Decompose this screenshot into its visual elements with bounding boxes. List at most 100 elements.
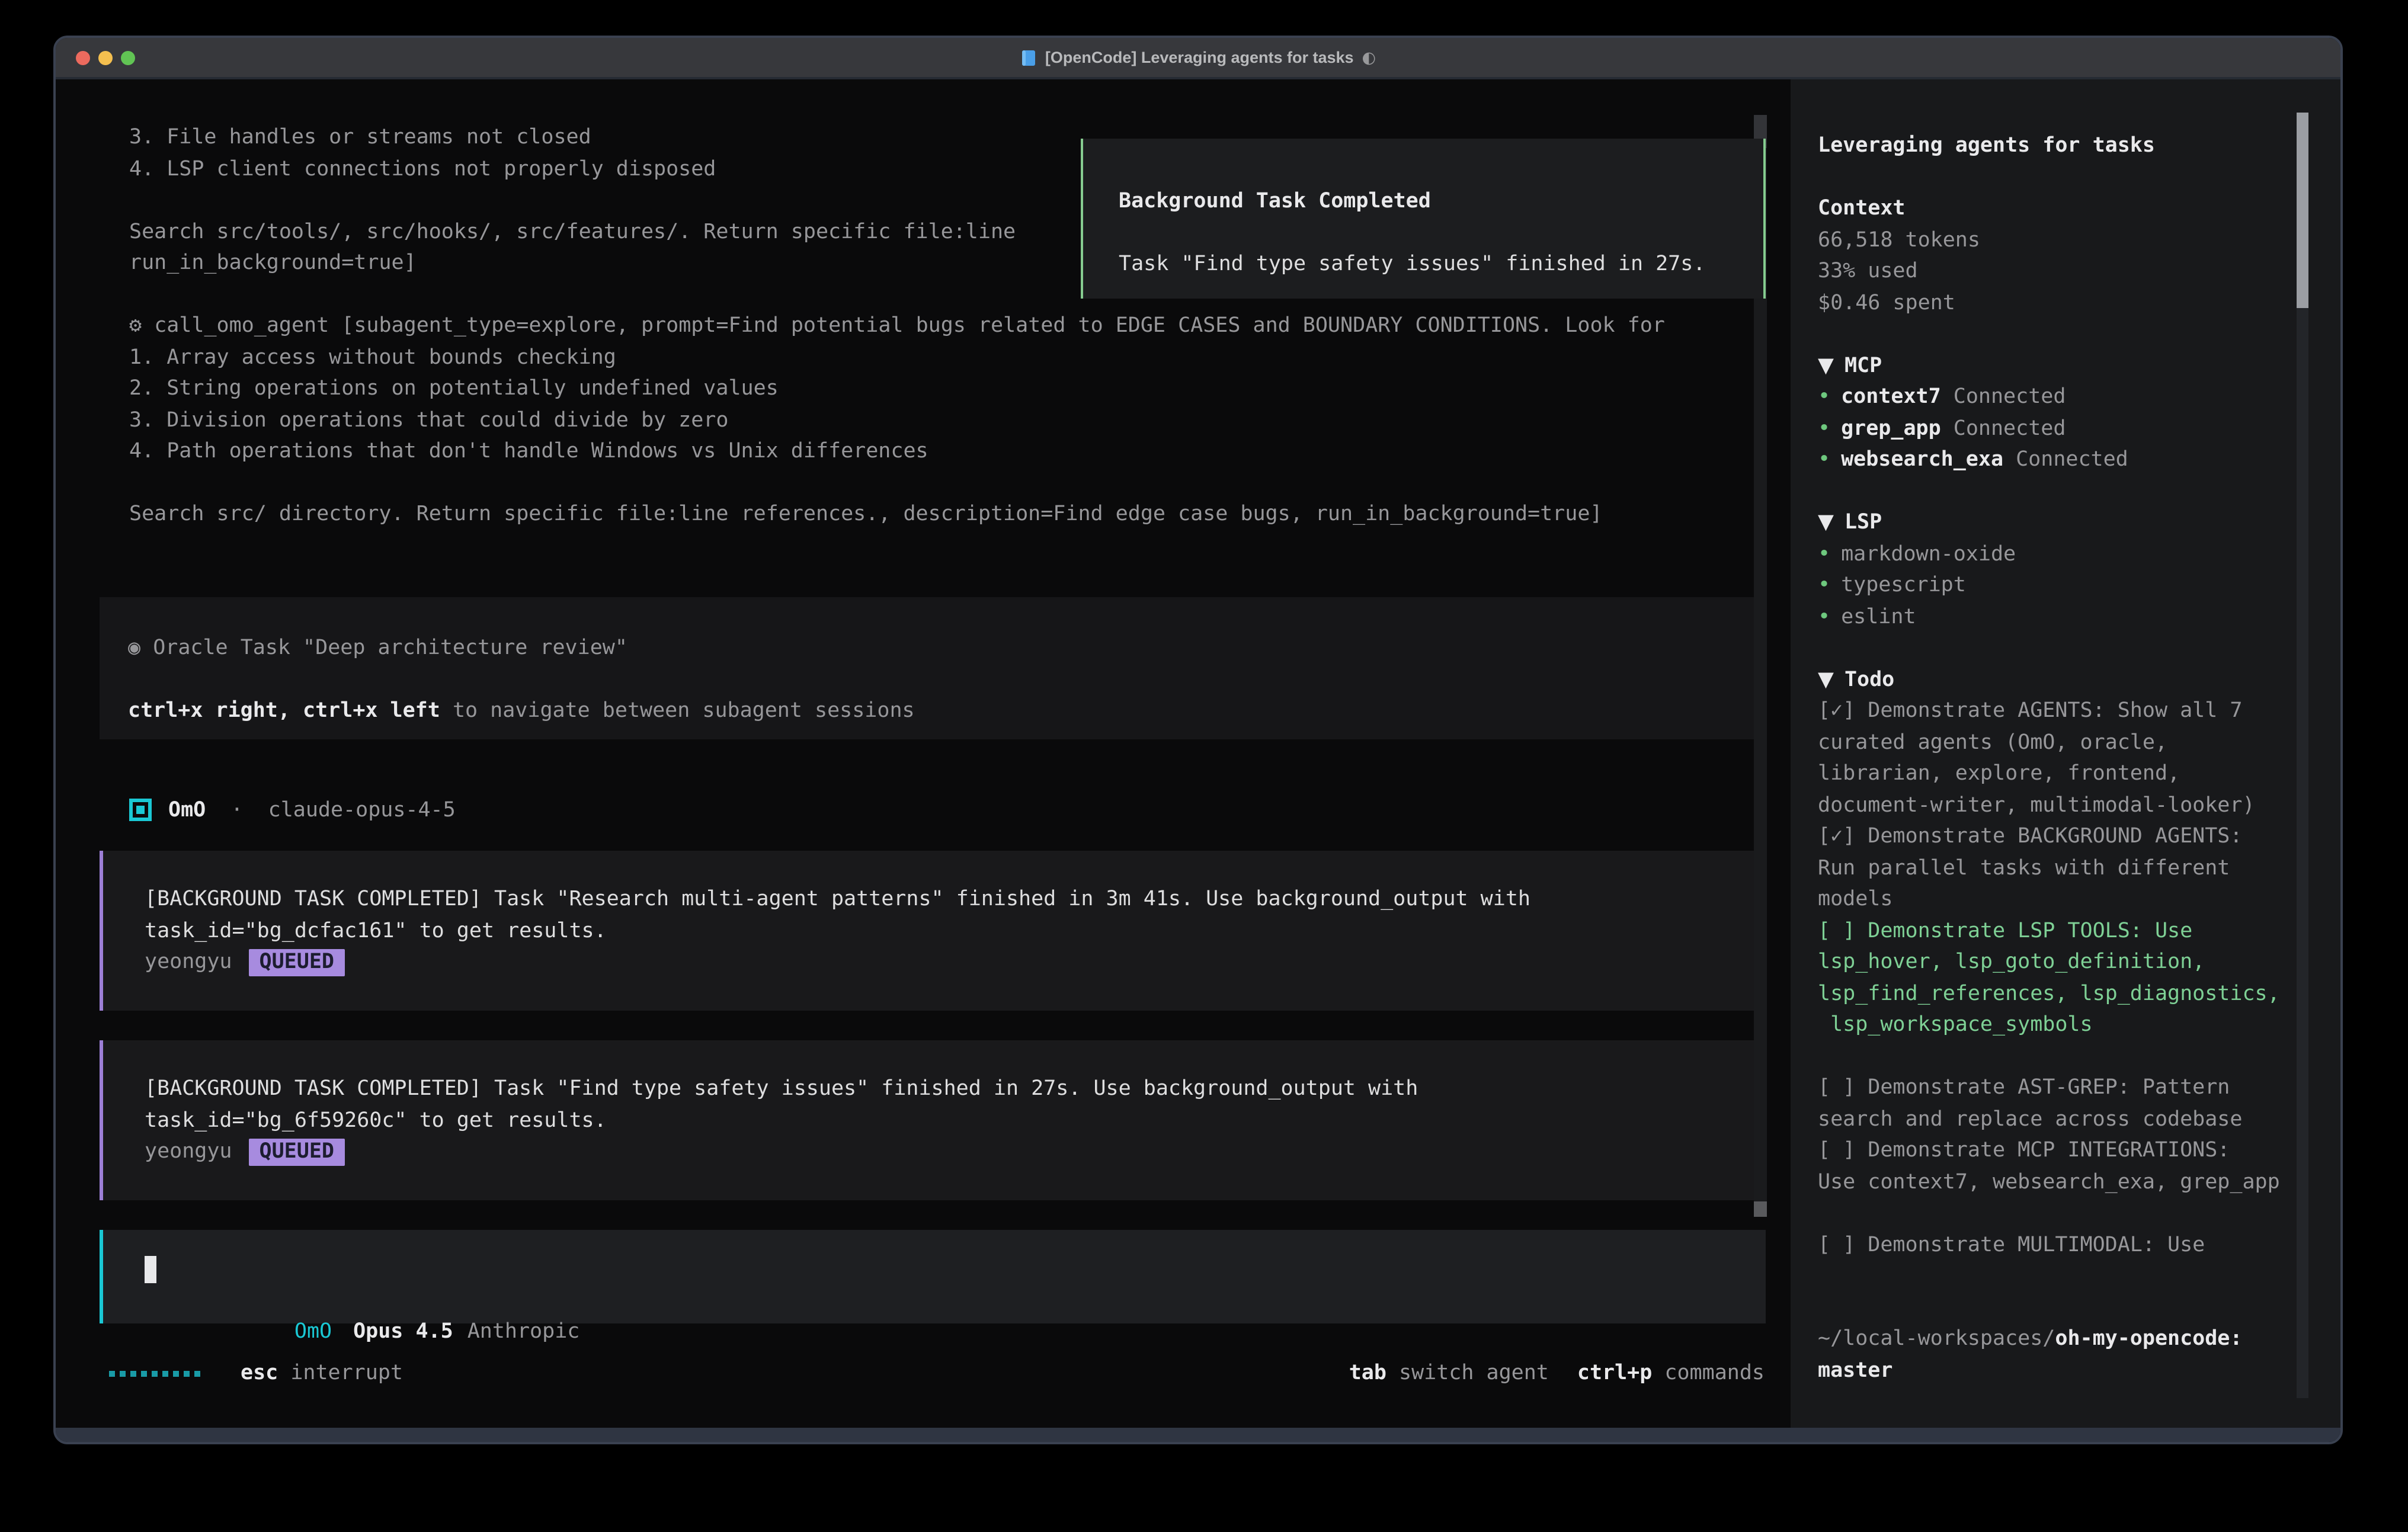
chevron-down-icon: ▼ xyxy=(1818,668,1834,691)
spacer xyxy=(1818,1292,2340,1323)
provider-label: Anthropic xyxy=(467,1320,580,1344)
agent-header: OmO · claude-opus-4-5 xyxy=(129,794,1766,826)
tab-key-label: switch agent xyxy=(1386,1362,1549,1386)
spacer xyxy=(1818,319,2340,350)
card-meta-row: yeongyu QUEUED xyxy=(145,947,1766,978)
window-title-text: [OpenCode] Leveraging agents for tasks xyxy=(1045,49,1354,66)
spinner-dot xyxy=(120,1371,126,1377)
chat-line: 1. Array access without bounds checking xyxy=(129,342,1766,373)
todo-line: Use context7, websearch_exa, grep_app xyxy=(1818,1166,2340,1198)
chat-pane: 3. File handles or streams not closed 4.… xyxy=(56,79,1791,1428)
toast-body: Task "Find type safety issues" finished … xyxy=(1119,249,1763,280)
workspace-path: ~/local-workspaces/oh-my-opencode: xyxy=(1818,1323,2340,1355)
document-icon xyxy=(1020,49,1037,66)
status-bar-right: tab switch agent ctrl+p commands xyxy=(1349,1362,1765,1386)
model-label: Opus 4.5 xyxy=(353,1320,453,1344)
spinner-dot xyxy=(130,1371,136,1377)
sidebar-scrollbar[interactable] xyxy=(2297,113,2308,1398)
chevron-down-icon: ▼ xyxy=(1818,511,1834,534)
commands-key-hint: ctrl+p xyxy=(1577,1362,1652,1386)
card-message-line: task_id="bg_dcfac161" to get results. xyxy=(145,915,1766,947)
close-button[interactable] xyxy=(76,51,90,65)
spacer xyxy=(1818,1261,2340,1292)
mcp-item: •context7 Connected xyxy=(1818,382,2340,413)
sidebar-session-title: Leveraging agents for tasks xyxy=(1818,130,2340,162)
chat-line: 3. Division operations that could divide… xyxy=(129,405,1766,436)
git-branch: master xyxy=(1818,1355,2340,1386)
status-dot-icon: • xyxy=(1818,448,1830,472)
text-cursor xyxy=(145,1256,156,1283)
toast-title: Background Task Completed xyxy=(1119,186,1763,217)
sidebar-scrollbar-thumb[interactable] xyxy=(2297,113,2308,308)
username: yeongyu xyxy=(145,1140,232,1164)
chat-scrollbar-end xyxy=(1754,1201,1767,1217)
minimize-button[interactable] xyxy=(98,51,113,65)
tab-key-hint: tab xyxy=(1349,1362,1386,1386)
mcp-item: •grep_app Connected xyxy=(1818,413,2340,444)
esc-key-label: interrupt xyxy=(278,1362,403,1386)
todo-line: [ ] Demonstrate AST-GREP: Pattern xyxy=(1818,1072,2340,1104)
todo-line: [ ] Demonstrate LSP TOOLS: Use xyxy=(1818,915,2340,947)
traffic-lights xyxy=(76,51,135,65)
status-dot-icon: • xyxy=(1818,605,1830,629)
spacer xyxy=(1119,217,1763,249)
status-dot-icon: • xyxy=(1818,542,1830,566)
progress-icon: ◐ xyxy=(1362,48,1376,67)
titlebar: [OpenCode] Leveraging agents for tasks ◐ xyxy=(56,38,2340,79)
lsp-item: •eslint xyxy=(1818,601,2340,633)
mcp-item: •websearch_exa Connected xyxy=(1818,444,2340,476)
status-bar: esc interrupt tab switch agent ctrl+p co… xyxy=(56,1358,1791,1389)
sidebar-section-lsp[interactable]: ▼LSP xyxy=(1818,507,2340,539)
spinner-dot xyxy=(109,1371,115,1377)
sidebar-section-mcp[interactable]: ▼MCP xyxy=(1818,350,2340,382)
spacer xyxy=(1818,1418,2340,1428)
todo-line: curated agents (OmO, oracle, xyxy=(1818,727,2340,758)
zoom-button[interactable] xyxy=(121,51,135,65)
sidebar-heading: Context xyxy=(1818,193,2340,225)
window-title: [OpenCode] Leveraging agents for tasks ◐ xyxy=(1020,48,1376,67)
status-badge: QUEUED xyxy=(249,1139,345,1166)
spacer xyxy=(1818,1041,2340,1072)
spacer xyxy=(1818,633,2340,664)
todo-line: search and replace across codebase xyxy=(1818,1104,2340,1135)
todo-line: [ ] Demonstrate MULTIMODAL: Use xyxy=(1818,1229,2340,1261)
sidebar-content: Leveraging agents for tasks Context66,518… xyxy=(1818,130,2340,1428)
chat-line: Search src/ directory. Return specific f… xyxy=(129,499,1766,530)
lsp-item: •markdown-oxide xyxy=(1818,539,2340,570)
sidebar-stat: 33% used xyxy=(1818,256,2340,287)
agent-separator: · xyxy=(206,794,268,826)
oracle-task-title: ◉ Oracle Task "Deep architecture review" xyxy=(128,632,1766,664)
todo-line: librarian, explore, frontend, xyxy=(1818,758,2340,790)
chevron-down-icon: ▼ xyxy=(1818,354,1834,377)
model-info-row: OmOOpus 4.5Anthropic xyxy=(145,1285,579,1316)
prompt-input[interactable]: OmOOpus 4.5Anthropic xyxy=(100,1230,1766,1323)
todo-line: [✓] Demonstrate BACKGROUND AGENTS: xyxy=(1818,821,2340,852)
todo-line: lsp_workspace_symbols xyxy=(1818,1009,2340,1041)
lsp-item: •typescript xyxy=(1818,570,2340,601)
spacer xyxy=(1818,162,2340,193)
spacer xyxy=(128,664,1766,695)
sidebar-stat: 66,518 tokens xyxy=(1818,225,2340,256)
status-badge: QUEUED xyxy=(249,949,345,976)
chat-line: 2. String operations on potentially unde… xyxy=(129,373,1766,405)
window-bottom-edge xyxy=(56,1428,2340,1442)
sidebar-stat: $0.46 spent xyxy=(1818,287,2340,319)
sidebar-section-todo[interactable]: ▼Todo xyxy=(1818,664,2340,696)
agent-name: OmO xyxy=(168,794,206,826)
sidebar: Leveraging agents for tasks Context66,518… xyxy=(1791,79,2340,1428)
agent-model: claude-opus-4-5 xyxy=(268,794,456,826)
task-completed-card: [BACKGROUND TASK COMPLETED] Task "Resear… xyxy=(100,851,1766,1011)
spacer xyxy=(1818,476,2340,507)
todo-line: [ ] Demonstrate MCP INTEGRATIONS: xyxy=(1818,1135,2340,1166)
task-completed-card: [BACKGROUND TASK COMPLETED] Task "Find t… xyxy=(100,1040,1766,1200)
status-dot-icon: • xyxy=(1818,573,1830,597)
card-meta-row: yeongyu QUEUED xyxy=(145,1136,1766,1168)
todo-line: models xyxy=(1818,884,2340,915)
status-dot-icon: • xyxy=(1818,385,1830,409)
commands-key-label: commands xyxy=(1652,1362,1765,1386)
desktop: [OpenCode] Leveraging agents for tasks ◐… xyxy=(0,0,2408,1532)
card-message-line: [BACKGROUND TASK COMPLETED] Task "Find t… xyxy=(145,1073,1766,1105)
username: yeongyu xyxy=(145,950,232,974)
chat-line: 4. Path operations that don't handle Win… xyxy=(129,436,1766,467)
todo-line: lsp_hover, lsp_goto_definition, xyxy=(1818,947,2340,978)
